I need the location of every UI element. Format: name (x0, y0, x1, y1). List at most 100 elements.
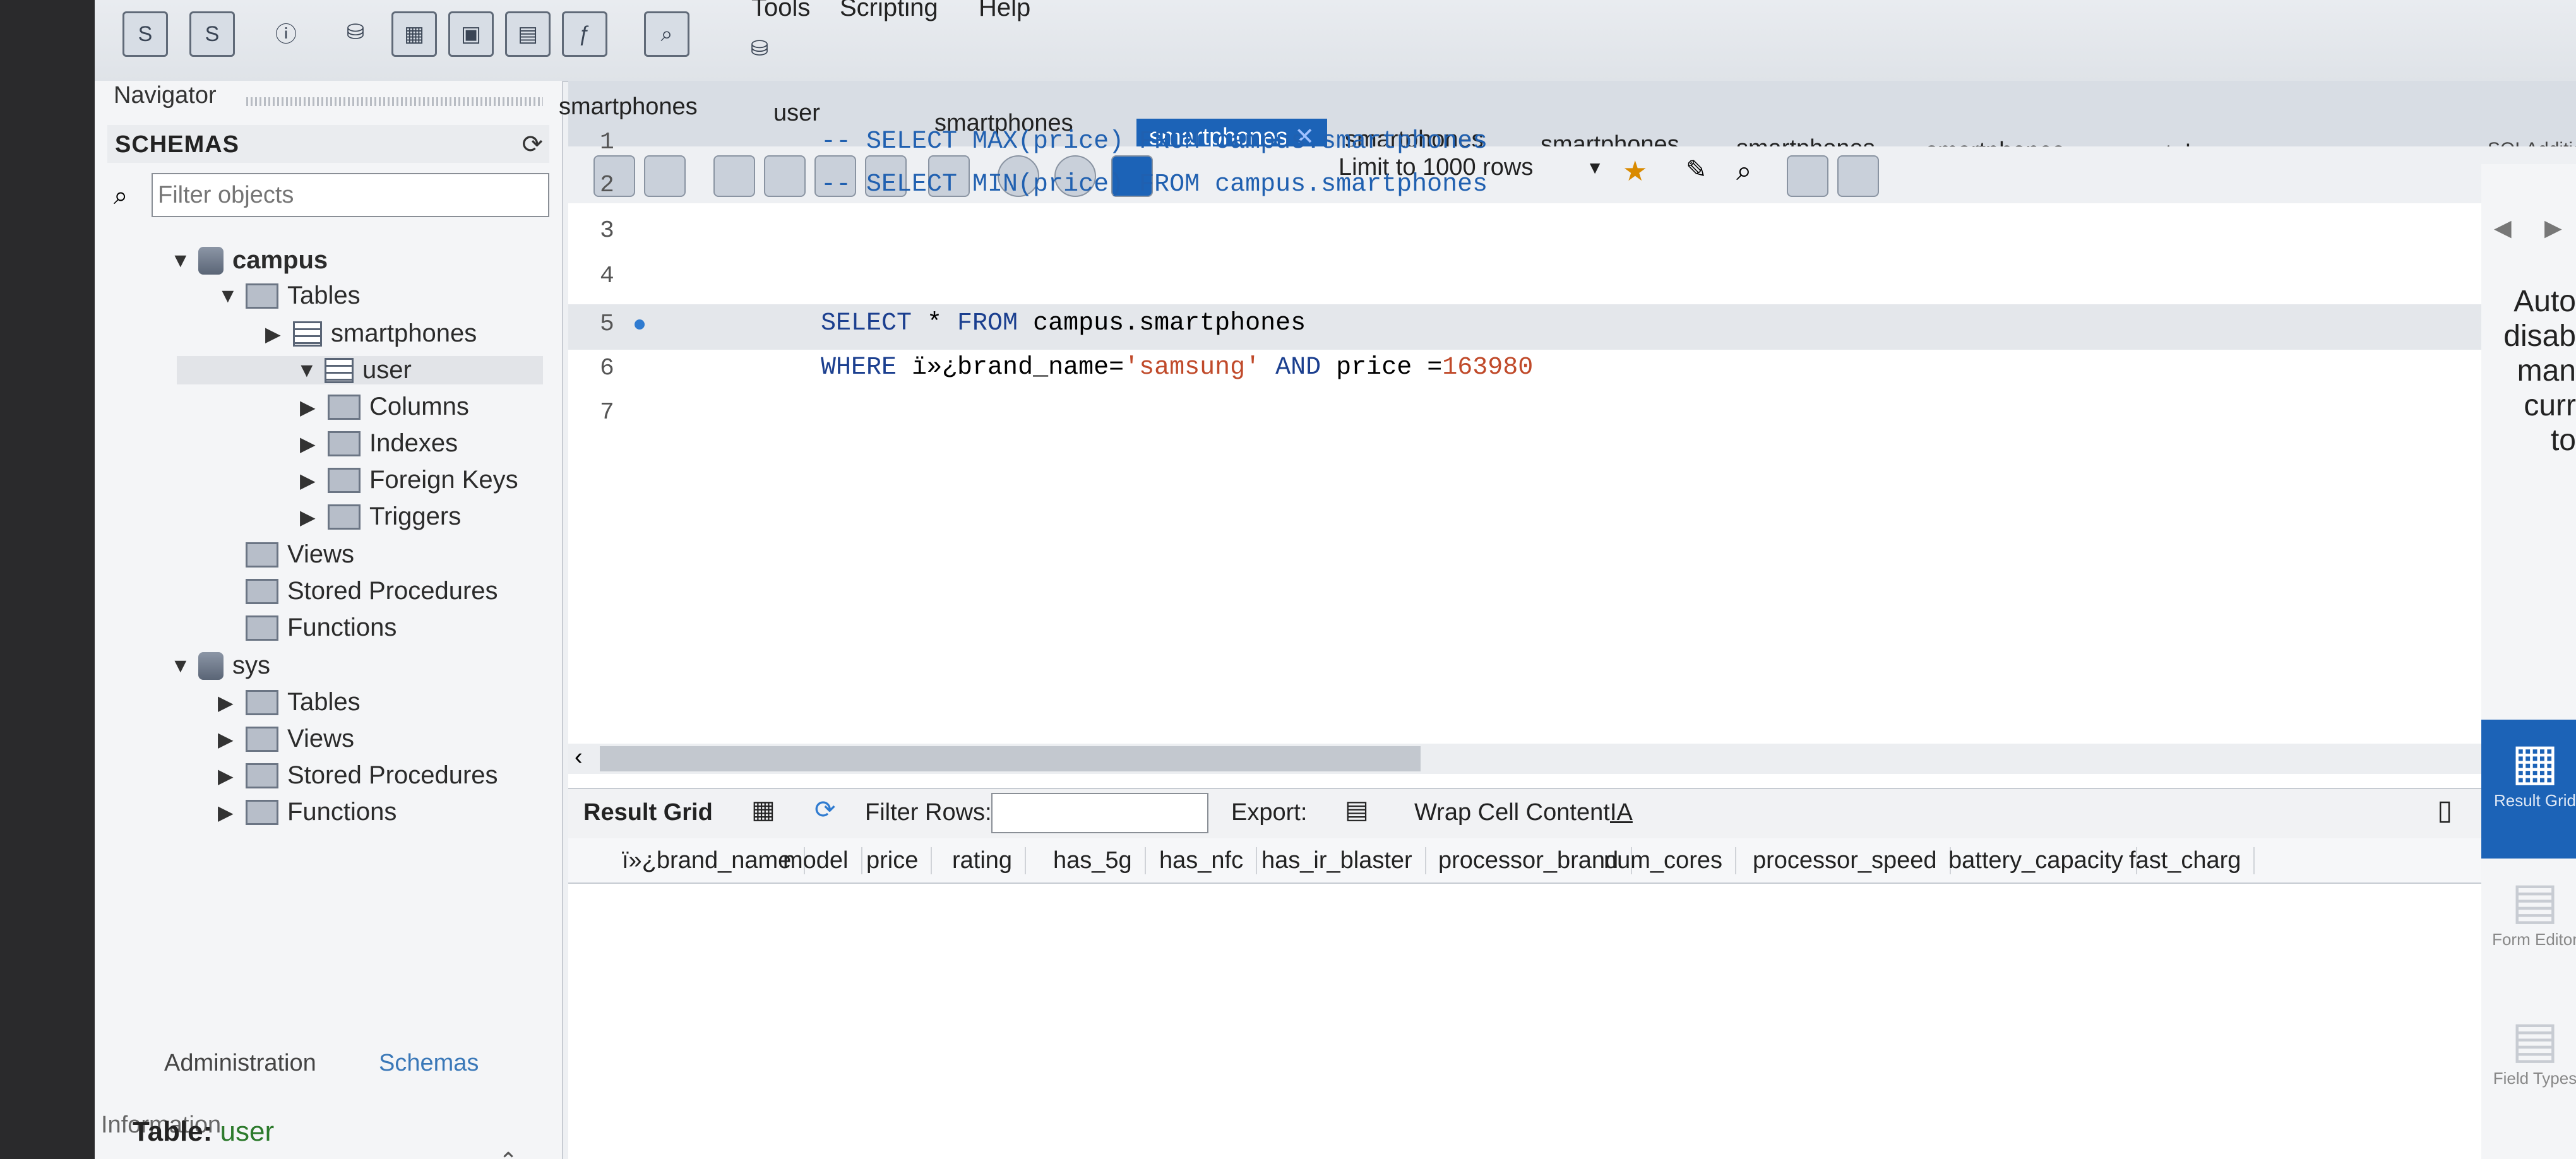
tree-item[interactable]: ▶Stored Procedures (218, 577, 498, 605)
editor-tab[interactable]: smartphones (559, 93, 698, 121)
form-editor-button[interactable]: ▤ Form Editor (2481, 871, 2576, 949)
tree-item[interactable]: ▶ Triggers (300, 502, 461, 531)
tree-item[interactable]: ▼ user (177, 356, 543, 384)
tree-item[interactable]: ▶ smartphones (265, 319, 477, 348)
code-editor[interactable]: 1 -- SELECT MAX(price) FROM campus.smartp… (568, 128, 2576, 746)
tree-item[interactable]: ▶Functions (218, 614, 397, 642)
expand-arrow-icon[interactable]: ▶ (300, 468, 319, 492)
line-number: 6 (600, 355, 614, 382)
word-wrap-icon[interactable] (1837, 155, 1879, 197)
column-header[interactable]: has_ir_blaster (1261, 847, 1426, 874)
folder-icon (328, 504, 361, 530)
panel-toggle-icon[interactable]: ▯ (2437, 794, 2452, 826)
tree-item[interactable]: ▼ sys (170, 651, 270, 680)
favorite-icon[interactable]: ★ (1623, 155, 1662, 194)
tree-item[interactable]: ▼ campus (170, 246, 328, 275)
column-header[interactable]: ï»¿brand_name (622, 847, 806, 874)
execute-current-icon[interactable] (764, 155, 806, 197)
result-grid-button[interactable]: ▦ Result Grid (2481, 720, 2576, 859)
invisible-chars-icon[interactable] (1787, 155, 1828, 197)
new-sql-tab-icon[interactable]: S (122, 11, 168, 57)
wrap-cell-icon[interactable]: IA (1610, 799, 1633, 826)
refresh-results-icon[interactable]: ⟳ (814, 795, 836, 824)
tree-item[interactable]: ▼ Tables (218, 282, 361, 310)
reconnect-icon[interactable]: ⛁ (739, 28, 780, 69)
folder-icon (246, 799, 278, 825)
search-table-data-icon[interactable]: ⌕ (644, 11, 689, 57)
scroll-thumb[interactable] (600, 746, 1421, 771)
result-grid-title: Result Grid (583, 799, 713, 826)
tree-item[interactable]: ▶ Columns (300, 393, 469, 421)
column-header[interactable]: has_5g (1053, 847, 1146, 874)
expand-arrow-icon[interactable]: ▶ (218, 764, 237, 788)
create-schema-icon[interactable]: ⛁ (335, 11, 376, 53)
menu-tools[interactable]: Tools (751, 0, 810, 22)
execute-icon[interactable] (713, 155, 755, 197)
open-sql-script-icon[interactable]: S (189, 11, 235, 57)
expand-arrow-icon[interactable]: ▶ (218, 727, 237, 751)
result-grid-icon: ▦ (2511, 734, 2559, 790)
info-table-value: user (220, 1116, 275, 1147)
column-header[interactable]: fast_charg (2129, 847, 2255, 874)
table-icon (325, 357, 354, 383)
field-types-button[interactable]: ▤ Field Types (2481, 1010, 2576, 1088)
beautify-icon[interactable]: ✎ (1686, 155, 1725, 194)
database-icon (198, 651, 224, 680)
collapse-arrow-icon[interactable]: ▼ (170, 654, 191, 677)
column-header[interactable]: num_cores (1604, 847, 1736, 874)
tab-administration[interactable]: Administration (164, 1050, 316, 1077)
menu-help[interactable]: Help (979, 0, 1030, 22)
expand-arrow-icon[interactable]: ▶ (300, 432, 319, 456)
tab-schemas[interactable]: Schemas (379, 1050, 479, 1077)
tree-item[interactable]: ▶Views (218, 725, 354, 753)
folder-icon (246, 689, 278, 715)
find-icon[interactable]: ⌕ (1736, 155, 1775, 194)
column-header[interactable]: rating (952, 847, 1027, 874)
column-header[interactable]: price (866, 847, 933, 874)
create-procedure-icon[interactable]: ▤ (505, 11, 551, 57)
menu-scripting[interactable]: Scripting (840, 0, 938, 22)
expand-arrow-icon[interactable]: ▶ (218, 691, 237, 715)
create-function-icon[interactable]: ƒ (562, 11, 607, 57)
collapse-arrow-icon[interactable]: ▼ (297, 359, 317, 382)
folder-icon (246, 283, 278, 309)
scroll-left-icon[interactable]: ‹ (575, 744, 583, 771)
collapse-arrow-icon[interactable]: ▼ (218, 284, 238, 307)
tree-item[interactable]: ▶ Indexes (300, 429, 458, 458)
back-icon[interactable]: ◀ (2494, 215, 2512, 241)
horizontal-scrollbar[interactable]: ‹ › (568, 744, 2576, 774)
filter-objects-input[interactable] (152, 173, 549, 217)
filter-rows-input[interactable] (991, 793, 1208, 833)
forward-icon[interactable]: ▶ (2544, 215, 2562, 241)
chevron-up-icon[interactable]: ⌃ (499, 1148, 518, 1159)
tree-item[interactable]: ▶Views (218, 540, 354, 569)
folder-icon (246, 726, 278, 752)
expand-arrow-icon[interactable]: ▶ (300, 395, 319, 419)
expand-arrow-icon[interactable]: ▶ (300, 505, 319, 529)
result-column-headers: ï»¿brand_name model price rating has_5g has_n… (568, 838, 2481, 884)
column-header[interactable]: processor_speed (1753, 847, 1951, 874)
side-panel: ◀ ▶ Auto disab man curr to ▦ Result Grid… (2481, 164, 2576, 1159)
tree-item[interactable]: ▶ Tables (218, 688, 361, 716)
line-number: 1 (600, 129, 614, 156)
editor-tab[interactable]: user (773, 100, 820, 127)
column-header[interactable]: has_nfc (1159, 847, 1258, 874)
navigator-title: Navigator (114, 82, 217, 109)
navigator-panel: Navigator SCHEMAS ⟳ ⌕ ▼campus▼Tables▶sma… (95, 81, 563, 1159)
open-inspector-icon[interactable]: ⓘ (265, 11, 307, 53)
tree-item-label: user (362, 356, 412, 384)
collapse-arrow-icon[interactable]: ▼ (170, 249, 191, 272)
tree-item[interactable]: ▶Functions (218, 798, 397, 826)
column-header[interactable]: model (783, 847, 862, 874)
export-icon[interactable]: ▤ (1345, 795, 1369, 824)
column-header[interactable]: battery_capacity (1948, 847, 2137, 874)
table-icon (293, 321, 322, 347)
expand-arrow-icon[interactable]: ▶ (218, 800, 237, 824)
refresh-icon[interactable]: ⟳ (522, 130, 543, 159)
create-view-icon[interactable]: ▣ (448, 11, 494, 57)
tree-item[interactable]: ▶ Foreign Keys (300, 466, 518, 494)
expand-arrow-icon[interactable]: ▶ (265, 322, 284, 346)
create-table-icon[interactable]: ▦ (391, 11, 437, 57)
tree-item[interactable]: ▶Stored Procedures (218, 761, 498, 790)
grid-icon[interactable]: ▦ (751, 795, 775, 824)
